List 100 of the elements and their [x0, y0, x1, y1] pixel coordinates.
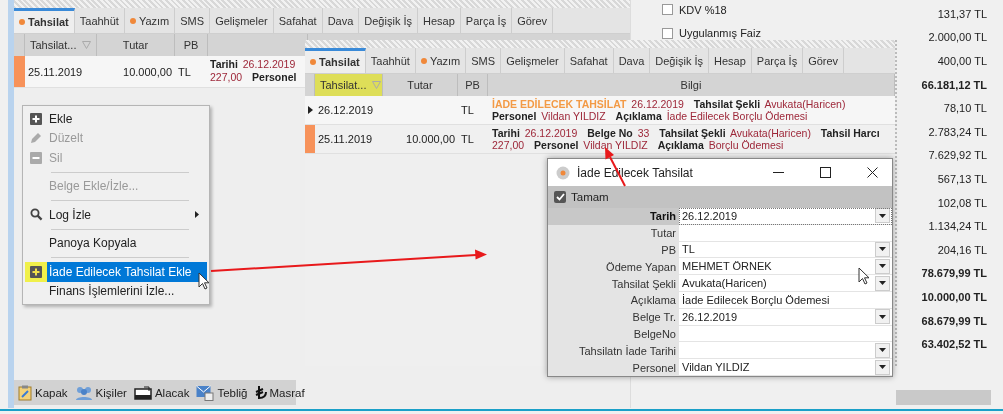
summary-value: 66.181,12 TL [920, 78, 988, 91]
tab[interactable]: Safahat [273, 8, 323, 33]
tab[interactable]: Dava [613, 48, 651, 73]
summary-label: KDV %18 [679, 3, 727, 16]
plus-icon [30, 265, 42, 278]
caret-icon [879, 281, 886, 286]
input-field[interactable]: 26.12.2019 [679, 208, 892, 225]
tab[interactable]: Safahat [564, 48, 614, 73]
toolbar-button[interactable]: Kişiler [74, 385, 127, 400]
tab[interactable]: Dava [322, 8, 360, 33]
envelope-icon [196, 384, 215, 401]
expand-icon[interactable] [662, 4, 673, 15]
tab[interactable]: Hesap [418, 8, 461, 33]
menu-item[interactable]: Log İzle [47, 205, 207, 225]
pencil-icon [29, 131, 43, 146]
tab[interactable]: Parça İş [460, 8, 513, 33]
caret-icon [879, 264, 886, 269]
field-label: Tarih [548, 208, 679, 225]
summary-value: 68.679,99 TL [920, 314, 988, 327]
summary-value: 78,10 TL [942, 102, 988, 115]
search-icon [29, 208, 43, 222]
summary-value: 567,13 TL [936, 172, 988, 185]
field-label: BelgeNo [632, 326, 677, 342]
minus-icon [30, 151, 42, 164]
expand-icon[interactable] [662, 27, 673, 39]
table-cell-text: TL [177, 64, 192, 80]
table-cell-text: 10.000,00 [122, 64, 173, 80]
app-icon [556, 165, 570, 180]
plus-icon [30, 112, 42, 125]
tab[interactable]: Değişik İş [359, 8, 418, 33]
people-icon [74, 385, 93, 400]
tab[interactable]: Gelişmeler [501, 48, 565, 73]
table-cell-text: 10.000,00 [405, 132, 456, 147]
caret-icon [879, 213, 886, 218]
tab[interactable]: Taahhüt [74, 8, 125, 33]
dropdown-button[interactable] [875, 208, 890, 224]
field-label: Açıklama [629, 293, 677, 309]
tab[interactable]: Görev [512, 8, 554, 33]
tab[interactable]: Değişik İş [650, 48, 709, 73]
tab[interactable]: Yazım [124, 8, 176, 33]
table-cell-text: 25.11.2019 [317, 132, 374, 147]
tab[interactable]: Taahhüt [365, 48, 416, 73]
ok-button[interactable]: Tamam [551, 189, 612, 205]
summary-value: 78.679,99 TL [920, 267, 988, 280]
table-cell-text: TL [460, 132, 475, 147]
table-cell-text: TL [460, 103, 475, 118]
caret-icon [879, 247, 886, 252]
summary-value: 102,08 TL [936, 196, 988, 209]
tab[interactable]: SMS [466, 48, 502, 73]
dropdown-button[interactable] [875, 275, 890, 291]
menu-item[interactable]: Finans İşlemlerini İzle... [47, 281, 207, 301]
summary-value: 63.402,52 TL [920, 338, 988, 351]
menu-item[interactable]: Panoya Kopyala [47, 233, 207, 253]
table-cell-text: 25.11.2019 [27, 64, 84, 80]
tab[interactable]: Görev [803, 48, 845, 73]
currency-icon [254, 385, 267, 400]
caret-icon [879, 348, 886, 353]
summary-value: 131,37 TL [936, 7, 988, 20]
column-header[interactable]: Tahsilat... [315, 74, 383, 96]
dropdown-button[interactable] [875, 309, 890, 325]
table-cell-text: 26.12.2019 [317, 103, 375, 118]
table-cell-text: Tarihi 26.12.2019 Belge No 33 Tahsilat Şekli Avukata(Haricen) Tahsil Harcı 227,00 Personel Vildan YILDIZ Açıklama Borçlu Ödemesi [491, 126, 881, 153]
summary-label: Uygulanmış Faiz [679, 27, 761, 40]
input-field[interactable]: MEHMET ÖRNEK [679, 258, 892, 276]
field-label: Personel [631, 360, 677, 376]
summary-value: 400,00 TL [936, 55, 988, 67]
clipboard-icon [18, 384, 32, 401]
caret-icon [879, 314, 886, 319]
tab[interactable]: Tahsilat [305, 48, 366, 73]
toolbar-button[interactable]: Alacak [133, 385, 190, 400]
menu-item[interactable]: İade Edilecek Tahsilat Ekle [47, 262, 207, 282]
tab[interactable]: Parça İş [751, 48, 804, 73]
summary-value: 7.629,92 TL [927, 149, 988, 162]
field-label: Tahsilatn İade Tarihi [577, 343, 677, 359]
check-icon [554, 191, 566, 203]
summary-value: 10.000,00 TL [920, 290, 988, 303]
tab[interactable]: Tahsilat [14, 8, 75, 33]
minimize-button[interactable] [772, 172, 784, 173]
close-button[interactable] [866, 167, 878, 178]
field-label: Ödeme Yapan [605, 259, 677, 275]
input-field[interactable]: Vildan YILDIZ [679, 359, 892, 376]
tab[interactable]: Yazım [415, 48, 467, 73]
dropdown-button[interactable] [875, 258, 890, 274]
tab[interactable]: Hesap [709, 48, 752, 73]
summary-value: 2.000,00 TL [927, 31, 988, 44]
toolbar-button[interactable]: Tebliğ [196, 384, 248, 401]
summary-value: 1.134,24 TL [927, 220, 988, 233]
field-label: Tutar [649, 226, 677, 242]
field-label: Belge Tr. [631, 310, 677, 326]
input-field[interactable] [679, 342, 892, 360]
menu-item[interactable]: Ekle [47, 109, 207, 129]
dropdown-button[interactable] [875, 342, 890, 358]
dropdown-button[interactable] [875, 359, 890, 375]
toolbar-button[interactable]: Kapak [18, 384, 68, 401]
tab[interactable]: SMS [175, 8, 211, 33]
toolbar-button[interactable]: Masraf [254, 385, 305, 400]
cursor-icon [858, 267, 870, 286]
summary-value: 204,16 TL [936, 243, 988, 256]
maximize-button[interactable] [819, 167, 831, 178]
tab[interactable]: Gelişmeler [210, 8, 274, 33]
